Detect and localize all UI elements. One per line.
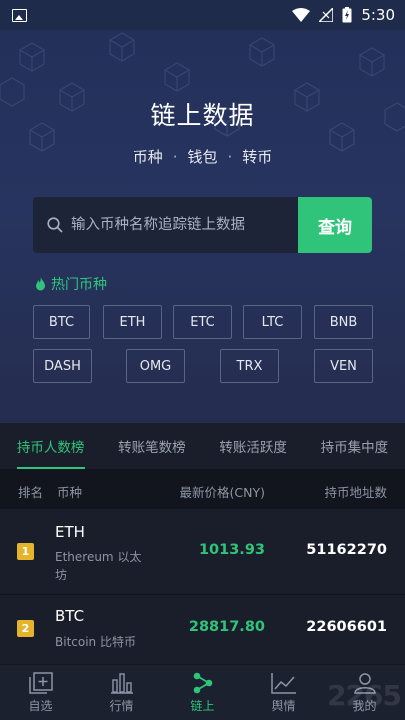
coin-tag-bnb[interactable]: BNB	[314, 305, 373, 339]
bar-chart-icon	[110, 672, 133, 694]
coin-tag-trx[interactable]: TRX	[220, 349, 279, 383]
hero-banner: 链上数据 币种 · 钱包 · 转币 查询 热门币种 BTC ETH ETC LTC BN…	[0, 30, 405, 423]
status-bar: 5:30	[0, 0, 405, 30]
table-row[interactable]: 1 ETH Ethereum 以太坊 1013.93 51162270	[0, 509, 405, 595]
flame-icon	[36, 276, 45, 290]
coin-name: Ethereum 以太坊	[55, 550, 142, 582]
coin-tag-dash[interactable]: DASH	[33, 349, 92, 383]
signal-icon	[319, 8, 334, 22]
page-title: 链上数据	[150, 101, 255, 130]
query-button[interactable]: 查询	[298, 197, 372, 253]
coin-tag-ltc[interactable]: LTC	[243, 305, 302, 339]
table-header: 排名 币种 最新价格(CNY) 持币地址数	[0, 469, 405, 509]
clock-time: 5:30	[361, 6, 395, 24]
rank-badge: 2	[17, 620, 34, 637]
nav-market[interactable]: 行情	[81, 665, 162, 720]
bottom-navigation: 自选 行情 链上 舆情 我的 2265	[0, 664, 405, 720]
rank-badge: 1	[17, 543, 34, 560]
nav-label: 行情	[109, 698, 134, 713]
nav-label: 自选	[28, 698, 53, 713]
ranking-tabs: 持币人数榜 转账笔数榜 转账活跃度 持币集中度	[0, 423, 405, 469]
subtitle-coin: 币种	[132, 148, 163, 166]
tab-holding-concentration[interactable]: 持币集中度	[304, 423, 405, 469]
coin-tag-eth[interactable]: ETH	[103, 305, 162, 339]
add-square-icon	[28, 671, 53, 694]
trend-chart-icon	[270, 672, 296, 694]
search-bar: 查询	[33, 197, 372, 253]
coin-symbol: ETH	[55, 523, 85, 541]
holder-address-count: 22606601	[306, 619, 387, 635]
nav-label: 链上	[190, 698, 215, 713]
coin-price: 1013.93	[198, 542, 265, 558]
coin-tag-ven[interactable]: VEN	[314, 349, 373, 383]
search-icon	[33, 217, 67, 233]
coin-symbol: BTC	[55, 607, 85, 625]
header-price: 最新价格(CNY)	[179, 485, 265, 500]
search-input[interactable]	[67, 197, 298, 253]
nav-watchlist[interactable]: 自选	[0, 665, 81, 720]
subtitle-wallet: 钱包	[187, 148, 218, 166]
watermark-logo: 2265	[327, 679, 402, 712]
network-nodes-icon	[193, 672, 212, 693]
wifi-icon	[292, 8, 311, 22]
hot-coins-heading: 热门币种	[34, 274, 107, 294]
holder-address-count: 51162270	[306, 542, 387, 558]
image-notification-icon	[12, 8, 27, 22]
coin-tag-etc[interactable]: ETC	[173, 305, 232, 339]
coin-tag-btc[interactable]: BTC	[33, 305, 90, 339]
coin-tag-omg[interactable]: OMG	[126, 349, 185, 383]
nav-onchain[interactable]: 链上	[162, 665, 243, 720]
subtitle-separator: ·	[172, 148, 178, 166]
tab-transfer-count[interactable]: 转账笔数榜	[101, 423, 202, 469]
tab-transfer-activity[interactable]: 转账活跃度	[203, 423, 304, 469]
nav-label: 舆情	[271, 698, 296, 713]
header-coin: 币种	[57, 485, 83, 500]
subtitle-transfer: 转币	[242, 148, 273, 166]
nav-sentiment[interactable]: 舆情	[243, 665, 324, 720]
header-addresses: 持币地址数	[324, 485, 387, 500]
tab-holders[interactable]: 持币人数榜	[0, 423, 101, 469]
hero-subtitle: 币种 · 钱包 · 转币	[0, 146, 405, 167]
header-rank: 排名	[18, 485, 44, 500]
hot-coins-title: 热门币种	[51, 277, 107, 293]
coin-name: Bitcoin 比特币	[55, 635, 136, 649]
subtitle-separator: ·	[227, 148, 233, 166]
battery-charging-icon	[342, 7, 352, 23]
coin-price: 28817.80	[188, 619, 265, 635]
